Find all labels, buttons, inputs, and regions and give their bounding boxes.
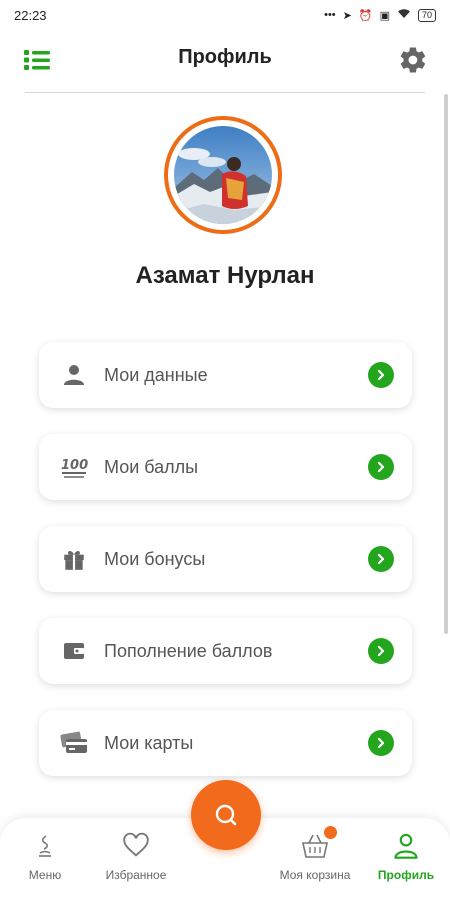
wallet-icon	[60, 637, 88, 665]
menu-item-label: Пополнение баллов	[104, 640, 273, 661]
menu-item-label: Мои данные	[104, 364, 208, 385]
sim-icon: ▣	[379, 9, 390, 22]
svg-text:100: 100	[61, 458, 88, 473]
location-arrow-icon: ➤	[342, 9, 352, 22]
search-icon	[215, 804, 237, 826]
nav-label: Меню	[28, 868, 62, 882]
chevron-right-icon[interactable]	[368, 454, 394, 480]
wifi-icon	[397, 8, 411, 22]
nav-label: Избранное	[105, 868, 167, 882]
status-icons: ••• ➤ ⏰ ▣ 70	[324, 8, 436, 22]
nav-item-favorites[interactable]: Избранное	[96, 832, 176, 882]
points-100-icon: 100	[60, 453, 88, 481]
chevron-right-icon[interactable]	[368, 638, 394, 664]
nav-item-menu[interactable]: Меню	[22, 832, 68, 882]
nav-item-profile[interactable]: Профиль	[372, 832, 440, 882]
chevron-right-icon[interactable]	[368, 362, 394, 388]
user-icon	[60, 361, 88, 389]
status-time: 22:23	[14, 7, 47, 23]
gift-icon	[60, 545, 88, 573]
more-dots-icon: •••	[324, 9, 336, 21]
cart-badge	[324, 826, 337, 839]
avatar-photo	[174, 126, 272, 224]
nav-label: Моя корзина	[279, 868, 351, 882]
heart-icon	[123, 832, 149, 857]
menu-item-my-cards[interactable]: Мои карты	[39, 710, 412, 776]
menu-dish-icon	[39, 835, 51, 857]
menu-item-label: Мои баллы	[104, 456, 199, 477]
scrollbar[interactable]	[444, 94, 448, 634]
menu-item-label: Мои карты	[104, 732, 194, 753]
chevron-right-icon[interactable]	[368, 730, 394, 756]
header: Профиль	[0, 30, 450, 90]
menu-item-my-points[interactable]: 100 Мои баллы	[39, 434, 412, 500]
chevron-right-icon[interactable]	[368, 546, 394, 572]
search-button[interactable]	[191, 780, 261, 850]
battery-indicator: 70	[417, 8, 436, 22]
avatar[interactable]	[164, 116, 282, 234]
cards-icon	[60, 729, 88, 757]
header-divider	[25, 92, 425, 93]
menu-item-my-bonuses[interactable]: Мои бонусы	[39, 526, 412, 592]
nav-item-cart[interactable]: Моя корзина	[268, 826, 362, 882]
nav-label: Профиль	[377, 868, 435, 882]
status-bar: 22:23 ••• ➤ ⏰ ▣ 70	[0, 0, 450, 30]
gear-icon[interactable]	[398, 45, 428, 75]
alarm-icon: ⏰	[358, 9, 373, 22]
menu-item-my-data[interactable]: Мои данные	[39, 342, 412, 408]
user-name: Азамат Нурлан	[135, 262, 315, 289]
page-title: Профиль	[178, 46, 272, 68]
profile-icon	[394, 833, 418, 859]
menu-item-top-up-points[interactable]: Пополнение баллов	[39, 618, 412, 684]
menu-item-label: Мои бонусы	[104, 548, 206, 569]
